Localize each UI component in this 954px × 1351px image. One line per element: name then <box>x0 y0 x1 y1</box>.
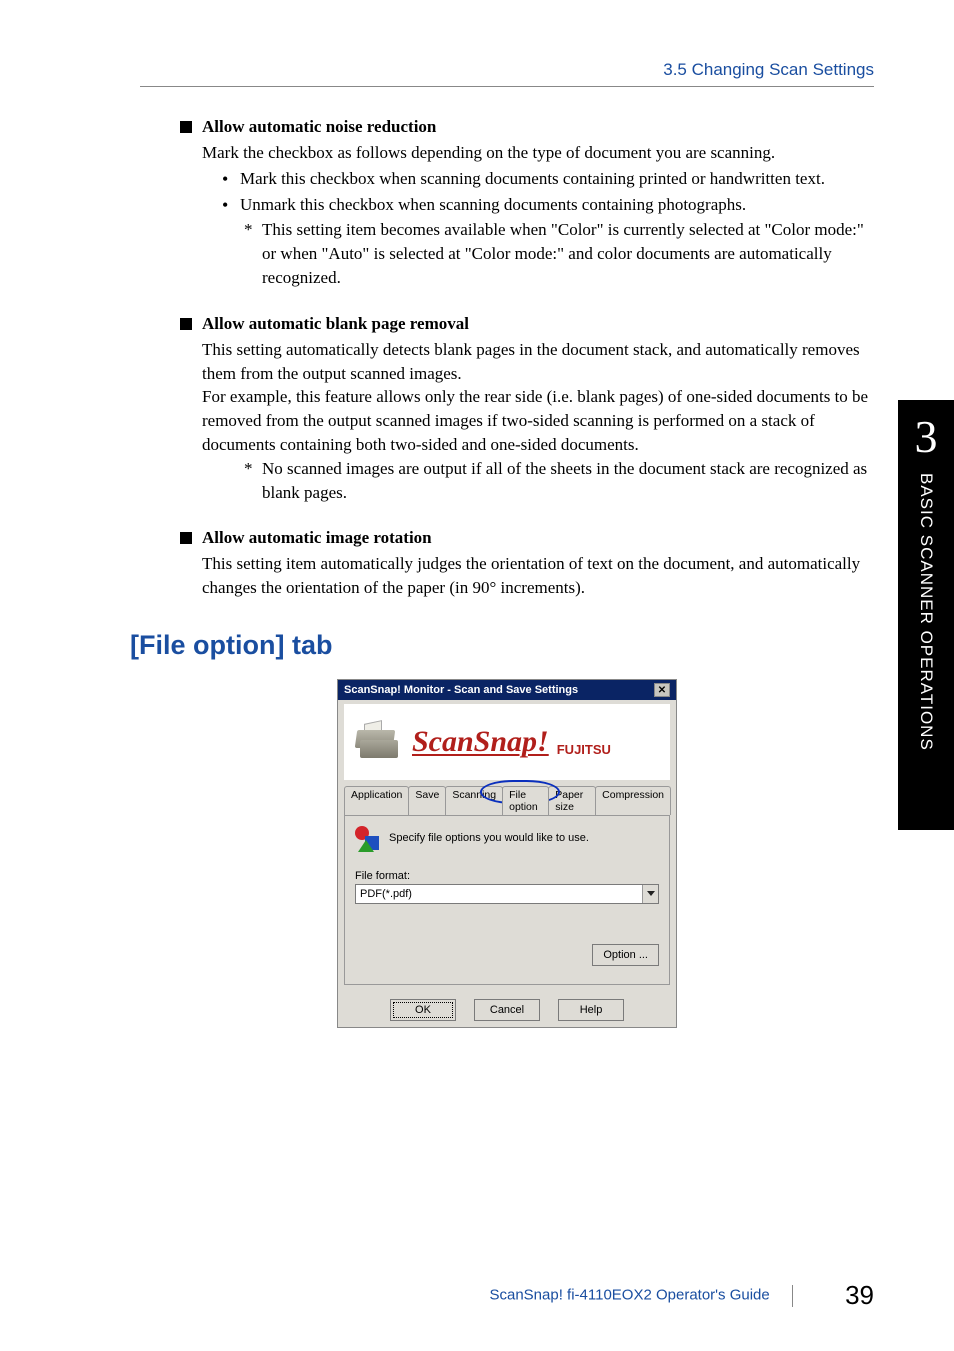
blank-note: No scanned images are output if all of t… <box>262 457 874 505</box>
file-format-label: File format: <box>355 870 659 882</box>
tab-scanning[interactable]: Scanning <box>445 786 503 815</box>
chapter-heading: [File option] tab <box>130 630 874 661</box>
help-button[interactable]: Help <box>558 999 624 1021</box>
section-title-blank: Allow automatic blank page removal <box>202 314 469 334</box>
noise-note: This setting item becomes available when… <box>262 218 874 289</box>
tab-application[interactable]: Application <box>344 786 409 815</box>
section-noise-reduction: Allow automatic noise reduction Mark the… <box>200 117 874 290</box>
file-options-icon <box>355 826 379 850</box>
section-image-rotation: Allow automatic image rotation This sett… <box>200 528 874 600</box>
section-title-noise: Allow automatic noise reduction <box>202 117 436 137</box>
file-format-select[interactable]: PDF(*.pdf) <box>355 884 659 904</box>
tab-paper-size[interactable]: Paper size <box>548 786 596 815</box>
option-button[interactable]: Option ... <box>592 944 659 966</box>
tab-file-option[interactable]: File option <box>502 786 549 815</box>
footer-guide-title: ScanSnap! fi-4110EOX2 Operator's Guide <box>489 1286 769 1303</box>
rotate-p1: This setting item automatically judges t… <box>202 552 874 600</box>
noise-intro: Mark the checkbox as follows depending o… <box>202 141 874 165</box>
square-bullet-icon <box>180 318 192 330</box>
section-blank-removal: Allow automatic blank page removal This … <box>200 314 874 505</box>
cancel-button[interactable]: Cancel <box>474 999 540 1021</box>
dialog-title-text: ScanSnap! Monitor - Scan and Save Settin… <box>344 684 578 696</box>
page-footer: ScanSnap! fi-4110EOX2 Operator's Guide 3… <box>0 1280 874 1311</box>
chapter-label: BASIC SCANNER OPERATIONS <box>916 473 936 751</box>
dialog-banner: ScanSnap! FUJITSU <box>344 704 670 780</box>
close-icon[interactable]: ✕ <box>654 683 670 697</box>
asterisk-icon: * <box>244 218 262 289</box>
fujitsu-logo: FUJITSU <box>557 742 611 757</box>
section-title-rotate: Allow automatic image rotation <box>202 528 432 548</box>
asterisk-icon: * <box>244 457 262 505</box>
blank-p2: For example, this feature allows only th… <box>202 385 874 456</box>
chapter-number: 3 <box>915 410 938 463</box>
square-bullet-icon <box>180 121 192 133</box>
chevron-down-icon[interactable] <box>642 885 658 903</box>
footer-separator <box>792 1285 793 1307</box>
noise-bullet-1: Mark this checkbox when scanning documen… <box>222 167 874 191</box>
tab-save[interactable]: Save <box>408 786 446 815</box>
ok-button[interactable]: OK <box>390 999 456 1021</box>
dialog-titlebar: ScanSnap! Monitor - Scan and Save Settin… <box>338 680 676 700</box>
file-format-value: PDF(*.pdf) <box>360 888 412 900</box>
scan-settings-dialog: ScanSnap! Monitor - Scan and Save Settin… <box>337 679 677 1028</box>
noise-bullet-2: Unmark this checkbox when scanning docum… <box>222 193 874 217</box>
scanner-icon <box>354 722 400 762</box>
page-number: 39 <box>845 1280 874 1310</box>
chapter-side-tab: 3 BASIC SCANNER OPERATIONS <box>898 400 954 830</box>
header-section-ref: 3.5 Changing Scan Settings <box>140 60 874 87</box>
file-options-hint: Specify file options you would like to u… <box>389 832 589 844</box>
scansnap-logo: ScanSnap! <box>412 725 549 759</box>
tab-compression[interactable]: Compression <box>595 786 671 815</box>
square-bullet-icon <box>180 532 192 544</box>
blank-p1: This setting automatically detects blank… <box>202 338 874 386</box>
